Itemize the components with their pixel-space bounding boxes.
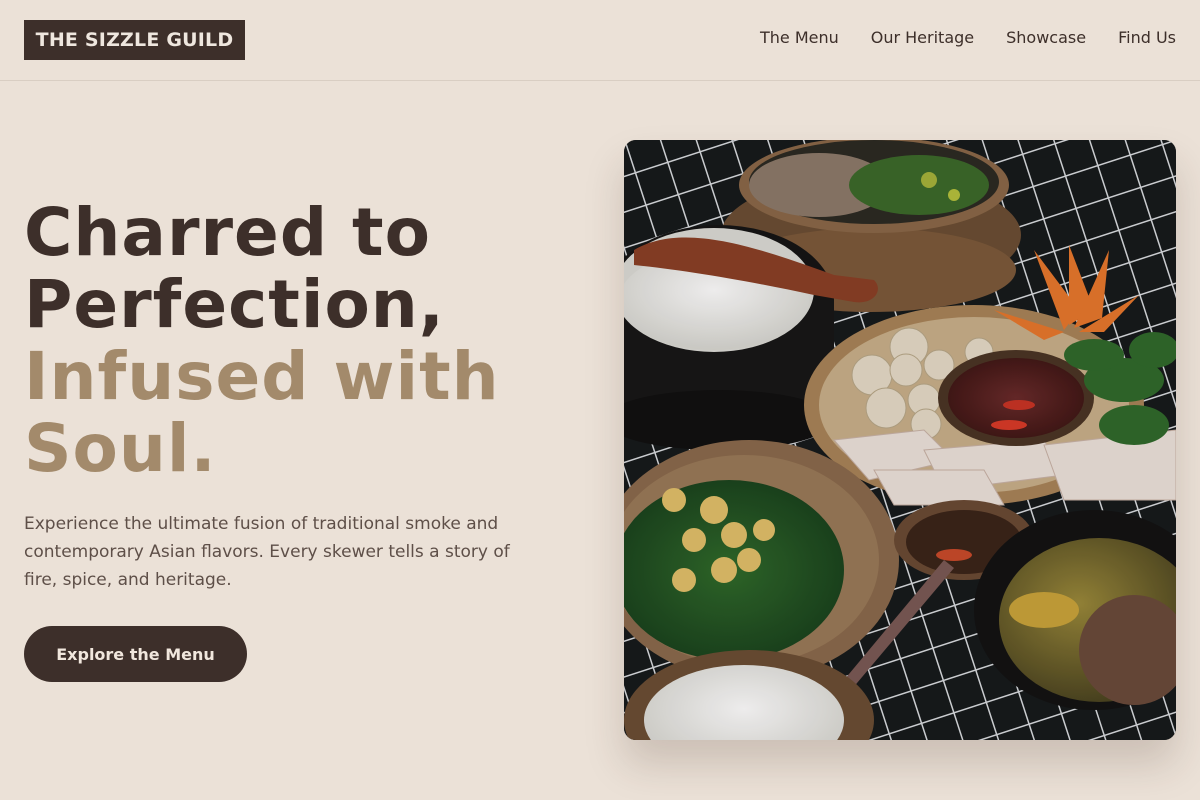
hero-title-line-2: Perfection, xyxy=(24,266,445,343)
explore-menu-button[interactable]: Explore the Menu xyxy=(24,626,247,682)
site-header: THE SIZZLE GUILD The Menu Our Heritage S… xyxy=(0,0,1200,81)
food-spread-illustration xyxy=(624,140,1176,740)
nav-item-the-menu[interactable]: The Menu xyxy=(760,28,839,48)
hero-food-image xyxy=(624,140,1176,740)
hero-description: Experience the ultimate fusion of tradit… xyxy=(24,514,510,590)
nav-item-our-heritage[interactable]: Our Heritage xyxy=(871,28,974,48)
hero-title-line-4: Soul. xyxy=(24,410,217,487)
hero-title: Charred to Perfection, Infused with Soul… xyxy=(24,197,584,485)
nav-item-showcase[interactable]: Showcase xyxy=(1006,28,1086,48)
brand-logo[interactable]: THE SIZZLE GUILD xyxy=(24,20,245,60)
nav-item-find-us[interactable]: Find Us xyxy=(1118,28,1176,48)
main-nav: The Menu Our Heritage Showcase Find Us xyxy=(760,28,1176,48)
hero-title-line-3: Infused with xyxy=(24,338,500,415)
hero-title-line-1: Charred to xyxy=(24,194,431,271)
